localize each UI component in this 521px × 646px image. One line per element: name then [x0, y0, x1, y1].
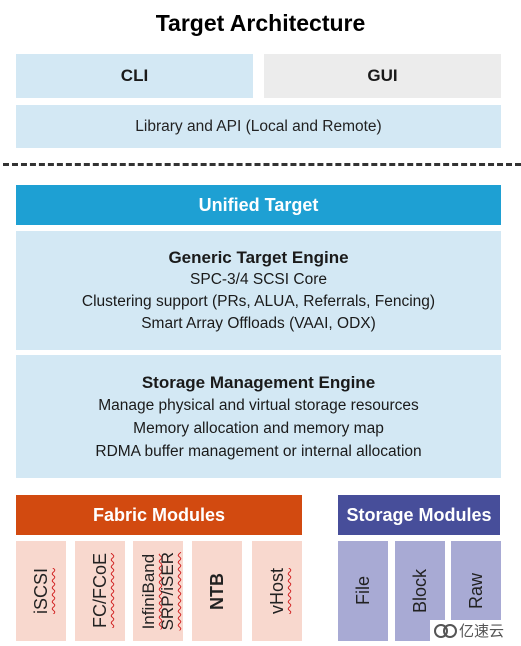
storage-module-label: Raw	[465, 572, 486, 609]
fabric-module-label: InfiniBand	[139, 553, 158, 629]
gui-box: GUI	[264, 54, 501, 98]
storage-engine-line: Memory allocation and memory map	[133, 419, 384, 437]
generic-target-engine-box: Generic Target Engine SPC-3/4 SCSI Core …	[16, 231, 501, 350]
fabric-modules-header: Fabric Modules	[16, 495, 302, 535]
generic-engine-line: SPC-3/4 SCSI Core	[190, 270, 327, 288]
fabric-module-label: SRP/iSER	[158, 551, 177, 631]
fabric-module-fc-fcoe: FC/FCoE	[75, 541, 125, 641]
storage-engine-line: Manage physical and virtual storage reso…	[98, 396, 419, 414]
storage-modules-label: Storage Modules	[346, 504, 492, 525]
storage-module-label: File	[352, 576, 373, 606]
unified-target-box: Unified Target	[16, 185, 501, 225]
generic-target-engine-heading: Generic Target Engine	[168, 247, 349, 267]
fabric-module-label: vHost	[266, 567, 287, 614]
fabric-module-vhost: vHost	[252, 541, 302, 641]
dashed-divider	[3, 163, 521, 166]
unified-target-label: Unified Target	[198, 194, 319, 215]
storage-modules-header: Storage Modules	[338, 495, 500, 535]
cli-label: CLI	[120, 66, 149, 85]
generic-engine-line: Smart Array Offloads (VAAI, ODX)	[141, 314, 376, 332]
watermark-logo-icon	[434, 623, 457, 638]
fabric-module-label: iSCSI	[30, 567, 51, 614]
library-api-label: Library and API (Local and Remote)	[135, 117, 382, 135]
watermark-text: 亿速云	[459, 623, 505, 640]
fabric-modules-label: Fabric Modules	[92, 504, 226, 525]
library-api-box: Library and API (Local and Remote)	[16, 105, 501, 148]
diagram-title: Target Architecture	[155, 10, 366, 36]
storage-module-label: Block	[409, 568, 430, 613]
fabric-module-ntb: NTB	[192, 541, 242, 641]
storage-management-engine-heading: Storage Management Engine	[141, 372, 376, 392]
fabric-module-label: FC/FCoE	[89, 553, 110, 629]
fabric-module-iscsi: iSCSI	[16, 541, 66, 641]
storage-module-file: File	[338, 541, 388, 641]
cli-box: CLI	[16, 54, 253, 98]
fabric-module-infiniband: InfiniBand SRP/iSER	[133, 541, 183, 641]
storage-management-engine-box: Storage Management Engine Manage physica…	[16, 355, 501, 478]
gui-label: GUI	[367, 66, 398, 85]
generic-engine-line: Clustering support (PRs, ALUA, Referrals…	[81, 292, 436, 310]
fabric-module-label: NTB	[206, 572, 227, 610]
storage-engine-line: RDMA buffer management or internal alloc…	[95, 442, 422, 460]
watermark: 亿速云	[430, 620, 509, 641]
